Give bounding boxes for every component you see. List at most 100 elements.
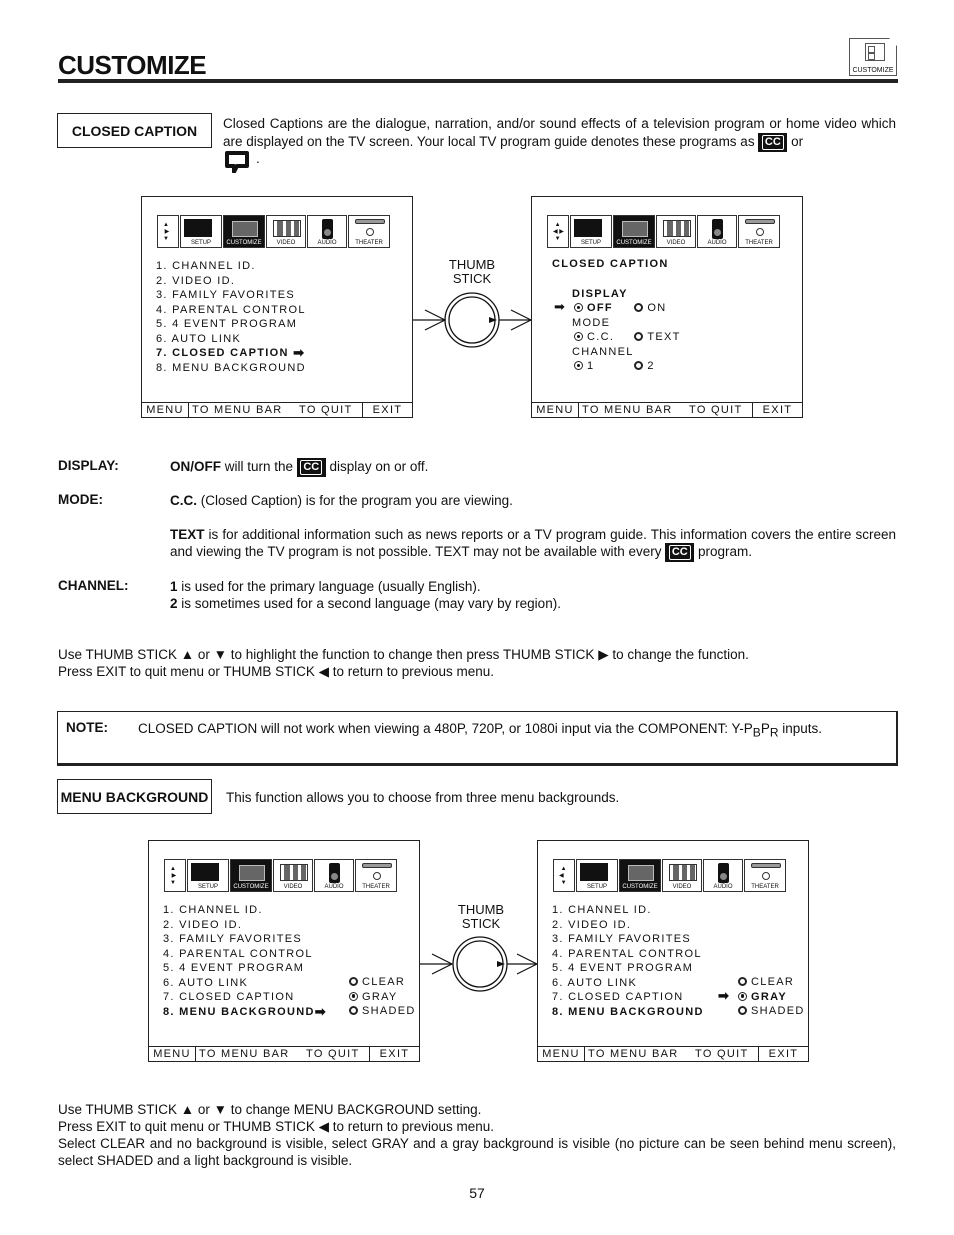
- display-option-on[interactable]: ON: [634, 301, 666, 316]
- menu-item-channel-id[interactable]: 1. CHANNEL ID.: [552, 903, 704, 918]
- thumb-stick-diagram-2: THUMB STICK: [420, 900, 537, 1000]
- note-box: NOTE: CLOSED CAPTION will not work when …: [57, 711, 898, 766]
- def-term-display: DISPLAY:: [58, 458, 119, 473]
- menu-item-closed-caption[interactable]: 7. CLOSED CAPTION ➡: [156, 346, 306, 361]
- tab-theater[interactable]: THEATER: [355, 859, 397, 892]
- tab-setup[interactable]: SETUP: [187, 859, 229, 892]
- channel-option-2[interactable]: 2: [634, 359, 654, 374]
- menu-item-family-favorites[interactable]: 3. FAMILY FAVORITES: [552, 932, 704, 947]
- tab-theater[interactable]: THEATER: [744, 859, 786, 892]
- note-label: NOTE:: [66, 720, 108, 735]
- menu-list: 1. CHANNEL ID. 2. VIDEO ID. 3. FAMILY FA…: [163, 903, 327, 1019]
- bg-option-clear[interactable]: CLEAR: [349, 975, 416, 990]
- cc-instructions: Use THUMB STICK ▲ or ▼ to highlight the …: [58, 647, 749, 679]
- menu-item-4-event-program[interactable]: 5. 4 EVENT PROGRAM: [552, 961, 704, 976]
- menu-help-bar: MENU TO MENU BAR TO QUIT EXIT: [149, 1046, 419, 1061]
- channel-label: CHANNEL: [572, 345, 634, 358]
- menu-item-4-event-program[interactable]: 5. 4 EVENT PROGRAM: [156, 317, 306, 332]
- intro-or: or: [791, 134, 804, 150]
- menu-item-video-id[interactable]: 2. VIDEO ID.: [552, 918, 704, 933]
- menu-item-channel-id[interactable]: 1. CHANNEL ID.: [163, 903, 327, 918]
- tab-video[interactable]: VIDEO: [662, 859, 702, 892]
- thumb-stick-diagram-1: THUMB STICK: [413, 255, 531, 355]
- menu-item-auto-link[interactable]: 6. AUTO LINK: [552, 976, 704, 991]
- menu-item-auto-link[interactable]: 6. AUTO LINK: [156, 332, 306, 347]
- intro-period: .: [256, 151, 260, 166]
- nav-arrows-icon: ▲ ◀ ▶ ▼: [547, 215, 569, 248]
- menu-item-parental-control[interactable]: 4. PARENTAL CONTROL: [163, 947, 327, 962]
- bg-option-gray[interactable]: ➡ GRAY: [718, 989, 805, 1005]
- pointer-arrow-icon: ➡: [718, 987, 731, 1003]
- def-channel: 1 is used for the primary language (usua…: [170, 579, 561, 611]
- menu-tab-bar: ▲ ◀ ▼ SETUP CUSTOMIZE VIDEO AUDIO THEATER: [553, 859, 787, 892]
- menu-item-family-favorites[interactable]: 3. FAMILY FAVORITES: [156, 288, 306, 303]
- display-option-off[interactable]: OFF: [572, 301, 630, 316]
- tab-video[interactable]: VIDEO: [656, 215, 696, 248]
- menu-background-section-label: MENU BACKGROUND: [57, 779, 212, 814]
- menu-help-bar: MENU TO MENU BAR TO QUIT EXIT: [532, 402, 802, 417]
- tab-video[interactable]: VIDEO: [273, 859, 313, 892]
- menu-item-menu-background[interactable]: 8. MENU BACKGROUND: [156, 361, 306, 376]
- radio-unselected-icon: [634, 303, 644, 312]
- tab-customize[interactable]: CUSTOMIZE: [619, 859, 661, 892]
- bg-option-shaded[interactable]: SHADED: [738, 1004, 805, 1019]
- theater-icon: [355, 219, 385, 224]
- menu-item-channel-id[interactable]: 1. CHANNEL ID.: [156, 259, 306, 274]
- mode-label: MODE: [572, 316, 611, 329]
- cc-panel-heading: CLOSED CAPTION: [552, 258, 669, 270]
- menu-item-family-favorites[interactable]: 3. FAMILY FAVORITES: [163, 932, 327, 947]
- tab-theater[interactable]: THEATER: [738, 215, 780, 248]
- menu-item-video-id[interactable]: 2. VIDEO ID.: [163, 918, 327, 933]
- tab-audio[interactable]: AUDIO: [314, 859, 354, 892]
- nav-arrows-icon: ▲ ◀ ▼: [553, 859, 575, 892]
- def-display: ON/OFF will turn the CC display on or of…: [170, 458, 428, 477]
- thumb-stick-icon: [413, 292, 531, 348]
- tab-setup[interactable]: SETUP: [576, 859, 618, 892]
- menu-item-closed-caption[interactable]: 7. CLOSED CAPTION: [163, 990, 327, 1005]
- radio-selected-icon: [574, 303, 583, 312]
- page-title: CUSTOMIZE: [58, 50, 207, 80]
- menu-item-parental-control[interactable]: 4. PARENTAL CONTROL: [156, 303, 306, 318]
- tab-customize[interactable]: CUSTOMIZE: [230, 859, 272, 892]
- tab-audio[interactable]: AUDIO: [697, 215, 737, 248]
- tab-audio[interactable]: AUDIO: [307, 215, 347, 248]
- tv-icon: [184, 219, 212, 237]
- menu-screen-background-select: ▲ ▶ ▼ SETUP CUSTOMIZE VIDEO AUDIO THEATER…: [148, 840, 420, 1062]
- menu-item-menu-background[interactable]: 8. MENU BACKGROUND➡: [163, 1005, 327, 1020]
- def-mode-text: TEXT is for additional information such …: [170, 526, 896, 562]
- menu-item-auto-link[interactable]: 6. AUTO LINK: [163, 976, 327, 991]
- tab-customize[interactable]: CUSTOMIZE: [223, 215, 265, 248]
- bar-graph-icon: [273, 220, 301, 237]
- menu-tab-bar: ▲ ▶ ▼ SETUP CUSTOMIZE VIDEO AUDIO THEATER: [157, 215, 391, 248]
- tab-audio[interactable]: AUDIO: [703, 859, 743, 892]
- menu-list: 1. CHANNEL ID. 2. VIDEO ID. 3. FAMILY FA…: [552, 903, 704, 1019]
- menu-help-bar: MENU TO MENU BAR TO QUIT EXIT: [538, 1046, 808, 1061]
- menu-item-4-event-program[interactable]: 5. 4 EVENT PROGRAM: [163, 961, 327, 976]
- bg-option-gray[interactable]: GRAY: [349, 990, 416, 1005]
- cc-icon: CC: [758, 133, 788, 152]
- tab-customize[interactable]: CUSTOMIZE: [613, 215, 655, 248]
- tab-video[interactable]: VIDEO: [266, 215, 306, 248]
- bg-option-shaded[interactable]: SHADED: [349, 1004, 416, 1019]
- pointer-arrow-icon: ➡: [554, 299, 567, 314]
- tab-theater[interactable]: THEATER: [348, 215, 390, 248]
- menu-item-closed-caption[interactable]: 7. CLOSED CAPTION: [552, 990, 704, 1005]
- bg-option-clear[interactable]: CLEAR: [738, 975, 805, 990]
- menu-item-parental-control[interactable]: 4. PARENTAL CONTROL: [552, 947, 704, 962]
- menu-help-bar: MENU TO MENU BAR TO QUIT EXIT: [142, 402, 412, 417]
- menu-background-instructions: Use THUMB STICK ▲ or ▼ to change MENU BA…: [58, 1102, 896, 1168]
- tab-setup[interactable]: SETUP: [180, 215, 222, 248]
- menu-item-menu-background[interactable]: 8. MENU BACKGROUND: [552, 1005, 704, 1020]
- channel-option-1[interactable]: 1: [572, 359, 630, 374]
- mode-option-cc[interactable]: C.C.: [572, 330, 630, 345]
- tab-setup[interactable]: SETUP: [570, 215, 612, 248]
- menu-screen-main-cc: ▲ ▶ ▼ SETUP CUSTOMIZE VIDEO AUDIO THEATER…: [141, 196, 413, 418]
- menu-screen-closed-caption: ▲ ◀ ▶ ▼ SETUP CUSTOMIZE VIDEO AUDIO THEAT…: [531, 196, 803, 418]
- help-to-menu-bar: TO MENU BAR: [192, 404, 283, 416]
- menu-item-video-id[interactable]: 2. VIDEO ID.: [156, 274, 306, 289]
- note-text: CLOSED CAPTION will not work when viewin…: [138, 721, 823, 740]
- nav-arrows-icon: ▲ ▶ ▼: [164, 859, 186, 892]
- background-options: CLEAR ➡ GRAY SHADED: [718, 975, 805, 1019]
- corner-icon-label: CUSTOMIZE: [852, 67, 894, 74]
- mode-option-text[interactable]: TEXT: [634, 330, 680, 345]
